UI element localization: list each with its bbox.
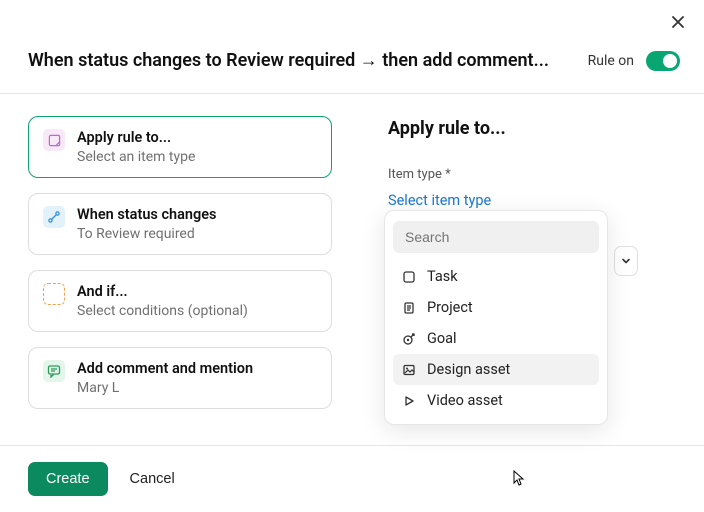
rule-steps: Apply rule to... Select an item type Whe… xyxy=(28,116,332,409)
cursor-pointer-icon xyxy=(509,469,527,493)
dropdown-item-label: Design asset xyxy=(427,361,510,378)
cancel-button[interactable]: Cancel xyxy=(130,471,175,487)
chevron-down-icon xyxy=(620,255,632,267)
step-apply-rule[interactable]: Apply rule to... Select an item type xyxy=(28,116,332,178)
condition-icon xyxy=(43,283,65,305)
step-condition[interactable]: And if... Select conditions (optional) xyxy=(28,270,332,332)
create-button[interactable]: Create xyxy=(28,462,108,496)
play-icon xyxy=(401,393,417,409)
step-subtitle: Select an item type xyxy=(77,149,195,165)
dropdown-item-label: Task xyxy=(427,268,458,285)
goal-icon xyxy=(401,331,417,347)
step-subtitle: Mary L xyxy=(77,380,253,396)
dropdown-item-label: Video asset xyxy=(427,392,503,409)
step-subtitle: To Review required xyxy=(77,226,217,242)
dropdown-item-video-asset[interactable]: Video asset xyxy=(393,385,599,416)
image-icon xyxy=(401,362,417,378)
step-trigger[interactable]: When status changes To Review required xyxy=(28,193,332,255)
dropdown-item-label: Goal xyxy=(427,330,457,347)
footer: Create Cancel xyxy=(0,445,704,512)
step-title: Add comment and mention xyxy=(77,360,253,377)
task-icon xyxy=(401,269,417,285)
dropdown-item-goal[interactable]: Goal xyxy=(393,323,599,354)
detail-panel: Apply rule to... Item type * Select item… xyxy=(388,116,676,409)
dropdown-search-input[interactable] xyxy=(393,221,599,253)
project-icon xyxy=(401,300,417,316)
step-title: And if... xyxy=(77,283,248,300)
note-icon xyxy=(43,129,65,151)
flow-icon xyxy=(43,206,65,228)
dropdown-item-project[interactable]: Project xyxy=(393,292,599,323)
item-type-dropdown: Task Project Goal Design asset xyxy=(384,210,608,425)
field-label: Item type * xyxy=(388,167,676,182)
rule-on-label: Rule on xyxy=(588,53,634,69)
collapsed-field-chevron[interactable] xyxy=(614,246,638,276)
dropdown-item-design-asset[interactable]: Design asset xyxy=(393,354,599,385)
dropdown-item-task[interactable]: Task xyxy=(393,261,599,292)
step-subtitle: Select conditions (optional) xyxy=(77,303,248,319)
header: When status changes to Review required →… xyxy=(0,0,704,94)
rule-on-toggle[interactable] xyxy=(646,51,680,71)
select-item-type[interactable]: Select item type xyxy=(388,192,676,209)
close-button[interactable] xyxy=(670,14,686,34)
comment-icon xyxy=(43,360,65,382)
close-icon xyxy=(670,14,686,30)
panel-title: Apply rule to... xyxy=(388,118,676,139)
step-action[interactable]: Add comment and mention Mary L xyxy=(28,347,332,409)
step-title: When status changes xyxy=(77,206,217,223)
dropdown-item-label: Project xyxy=(427,299,473,316)
rule-title: When status changes to Review required →… xyxy=(28,50,576,71)
step-title: Apply rule to... xyxy=(77,129,195,146)
